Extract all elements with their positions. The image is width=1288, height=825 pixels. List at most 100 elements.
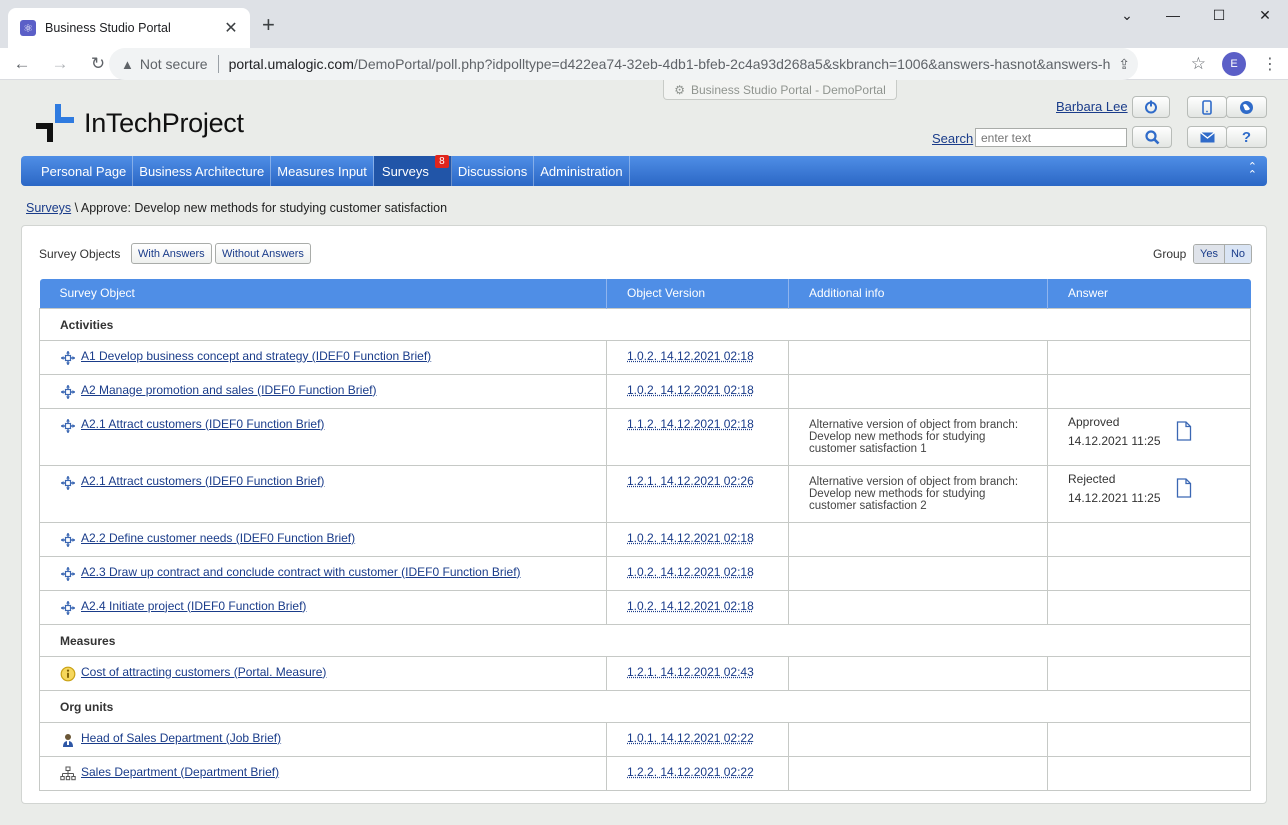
nav-personal-page[interactable]: Personal Page	[35, 156, 134, 186]
bookmark-star-icon[interactable]: ☆	[1191, 54, 1206, 74]
answer-cell	[1047, 373, 1251, 409]
additional-info-text	[809, 565, 1027, 567]
company-logo[interactable]: InTechProject	[34, 102, 244, 144]
additional-info-text	[809, 383, 1027, 385]
search-button[interactable]	[1132, 126, 1172, 148]
document-icon[interactable]	[1176, 477, 1192, 508]
object-version-cell: 1.1.2. 14.12.2021 02:18	[606, 407, 789, 466]
additional-info-cell	[788, 373, 1048, 409]
object-version-link[interactable]: 1.0.2. 14.12.2021 02:18	[627, 383, 754, 397]
logout-button[interactable]	[1132, 96, 1170, 118]
object-version-link[interactable]: 1.2.1. 14.12.2021 02:26	[627, 474, 754, 488]
org-chart-icon	[60, 766, 76, 782]
additional-info-text	[809, 531, 1027, 533]
survey-object-link[interactable]: A1 Develop business concept and strategy…	[81, 349, 431, 363]
survey-object-cell: Cost of attracting customers (Portal. Me…	[39, 655, 607, 691]
tab-search-chevron-icon[interactable]: ⌄	[1104, 0, 1150, 30]
column-header-object-version[interactable]: Object Version	[606, 279, 789, 308]
function-icon	[60, 475, 76, 491]
column-header-additional-info[interactable]: Additional info	[788, 279, 1048, 308]
mobile-version-button[interactable]	[1187, 96, 1227, 118]
table-header-row: Survey Object Object Version Additional …	[39, 279, 1251, 308]
nav-discussions[interactable]: Discussions	[452, 156, 535, 186]
without-answers-button[interactable]: Without Answers	[215, 243, 311, 264]
portal-name: Business Studio Portal - DemoPortal	[691, 82, 886, 97]
nav-administration[interactable]: Administration	[534, 156, 630, 186]
nav-business-architecture[interactable]: Business Architecture	[133, 156, 272, 186]
object-version-link[interactable]: 1.0.2. 14.12.2021 02:18	[627, 349, 754, 363]
help-button[interactable]: ?	[1226, 126, 1267, 148]
globe-icon	[1240, 100, 1253, 114]
section-title: Measures	[39, 623, 1251, 657]
gear-icon: ⚙	[674, 82, 685, 97]
additional-info-cell	[788, 589, 1048, 625]
collapse-header-icon[interactable]: ⌃ ⌃	[1248, 162, 1257, 181]
object-version-cell: 1.2.2. 14.12.2021 02:22	[606, 755, 789, 791]
survey-object-link[interactable]: A2 Manage promotion and sales (IDEF0 Fun…	[81, 383, 376, 397]
search-link[interactable]: Search	[932, 131, 973, 146]
share-icon[interactable]: ⇪	[1110, 56, 1138, 73]
additional-info-text	[809, 765, 1027, 767]
close-icon[interactable]: ✕	[222, 18, 240, 38]
group-yes-button[interactable]: Yes	[1194, 245, 1225, 263]
object-version-link[interactable]: 1.2.1. 14.12.2021 02:43	[627, 665, 754, 679]
group-toggle: Yes No	[1193, 244, 1253, 264]
column-header-answer[interactable]: Answer	[1047, 279, 1251, 308]
column-header-survey-object[interactable]: Survey Object	[39, 279, 607, 308]
object-version-link[interactable]: 1.0.2. 14.12.2021 02:18	[627, 531, 754, 545]
survey-object-link[interactable]: Sales Department (Department Brief)	[81, 765, 279, 779]
object-version-link[interactable]: 1.2.2. 14.12.2021 02:22	[627, 765, 754, 779]
object-version-link[interactable]: 1.1.2. 14.12.2021 02:18	[627, 417, 754, 431]
warning-triangle-icon[interactable]: ▲	[121, 57, 134, 72]
search-input[interactable]	[975, 128, 1127, 147]
additional-info-cell	[788, 555, 1048, 591]
nav-surveys[interactable]: Surveys 8	[373, 155, 452, 186]
with-answers-button[interactable]: With Answers	[131, 243, 212, 264]
breadcrumb-surveys-link[interactable]: Surveys	[26, 201, 71, 215]
survey-object-link[interactable]: A2.1 Attract customers (IDEF0 Function B…	[81, 474, 324, 488]
portal-favicon-icon: ⚛	[20, 20, 36, 36]
group-no-button[interactable]: No	[1224, 245, 1252, 263]
profile-avatar[interactable]: E	[1222, 52, 1246, 76]
back-arrow-icon[interactable]: ←	[6, 54, 38, 74]
window-close-icon[interactable]: ✕	[1242, 0, 1288, 30]
survey-object-link[interactable]: A2.4 Initiate project (IDEF0 Function Br…	[81, 599, 306, 613]
survey-object-link[interactable]: A2.3 Draw up contract and conclude contr…	[81, 565, 521, 579]
address-bar[interactable]: ▲ Not secure portal.umalogic.com/DemoPor…	[109, 48, 1138, 80]
additional-info-text: Alternative version of object from branc…	[809, 418, 1019, 455]
table-row: A2.1 Attract customers (IDEF0 Function B…	[39, 407, 1251, 466]
survey-object-link[interactable]: A2.2 Define customer needs (IDEF0 Functi…	[81, 531, 355, 545]
object-version-link[interactable]: 1.0.1. 14.12.2021 02:22	[627, 731, 754, 745]
language-button[interactable]	[1226, 96, 1267, 118]
main-navbar: Personal Page Business Architecture Meas…	[21, 155, 1267, 186]
additional-info-cell	[788, 521, 1048, 557]
additional-info-text	[809, 349, 1027, 351]
forward-arrow-icon[interactable]: →	[44, 54, 76, 74]
survey-object-link[interactable]: A2.1 Attract customers (IDEF0 Function B…	[81, 417, 324, 431]
url-text[interactable]: portal.umalogic.com/DemoPortal/poll.php?…	[229, 56, 1111, 72]
nav-measures-input[interactable]: Measures Input	[271, 156, 374, 186]
survey-object-link[interactable]: Head of Sales Department (Job Brief)	[81, 731, 281, 745]
section-title: Activities	[39, 307, 1251, 341]
new-tab-plus-icon[interactable]: +	[262, 14, 275, 36]
mail-button[interactable]	[1187, 126, 1227, 148]
table-row: A2.1 Attract customers (IDEF0 Function B…	[39, 464, 1251, 523]
browser-tab[interactable]: ⚛ Business Studio Portal ✕	[8, 8, 250, 48]
url-host: portal.umalogic.com	[228, 56, 354, 72]
table-row: A1 Develop business concept and strategy…	[39, 339, 1251, 375]
survey-objects-label: Survey Objects	[39, 247, 121, 261]
person-icon	[60, 732, 76, 748]
object-version-link[interactable]: 1.0.2. 14.12.2021 02:18	[627, 565, 754, 579]
user-name-link[interactable]: Barbara Lee	[1056, 99, 1128, 114]
logo-text: InTechProject	[84, 107, 244, 138]
additional-info-text: Alternative version of object from branc…	[809, 475, 1019, 512]
menu-kebab-icon[interactable]: ⋮	[1262, 54, 1278, 74]
document-icon[interactable]	[1176, 420, 1192, 451]
survey-object-link[interactable]: Cost of attracting customers (Portal. Me…	[81, 665, 326, 679]
survey-object-cell: A2.4 Initiate project (IDEF0 Function Br…	[39, 589, 607, 625]
nav-surveys-label: Surveys	[381, 163, 429, 179]
security-label[interactable]: Not secure	[140, 56, 208, 72]
object-version-link[interactable]: 1.0.2. 14.12.2021 02:18	[627, 599, 754, 613]
minimize-icon[interactable]: —	[1150, 0, 1196, 30]
maximize-icon[interactable]: ☐	[1196, 0, 1242, 30]
